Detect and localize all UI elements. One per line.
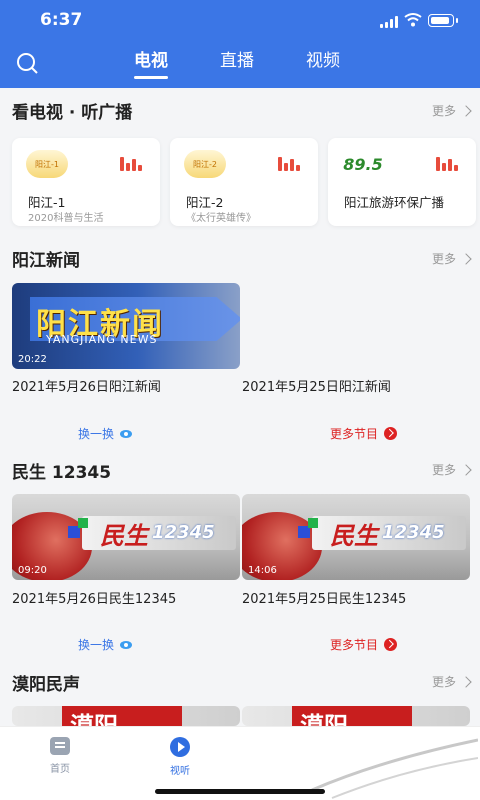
tab-video-label: 视频 [306, 51, 340, 71]
tab-tv[interactable]: 电视 [134, 48, 168, 84]
signal-icon [380, 16, 400, 28]
home-icon [50, 737, 70, 755]
tab-video[interactable]: 视频 [306, 48, 340, 84]
thumbnail-title: 民生 [330, 522, 378, 550]
more-link-news[interactable]: 更多 [431, 250, 472, 267]
arrow-circle-icon [384, 427, 398, 440]
refresh-button[interactable]: 换一换 [78, 636, 133, 653]
eye-icon [120, 429, 133, 438]
more-label: 更多 [431, 104, 456, 118]
section-title-news: 阳江新闻 [12, 251, 80, 271]
status-bar: 6:37 [0, 0, 480, 40]
top-tabs: 电视 直播 视频 [0, 48, 480, 84]
more-programs-label: 更多节目 [330, 638, 379, 652]
nav-media-label: 视听 [170, 766, 190, 777]
radio-card[interactable]: 89.5 阳江旅游环保广播 [328, 138, 476, 226]
arrow-circle-icon [384, 638, 398, 651]
video-duration: 14:06 [248, 565, 277, 576]
video-duration: 20:22 [18, 354, 47, 365]
home-indicator [155, 789, 325, 794]
thumbnail-subtitle: YANGJIANG NEWS [46, 333, 158, 346]
video-caption[interactable]: 2021年5月26日阳江新闻 [12, 376, 161, 395]
audio-bars-icon [278, 157, 302, 171]
radio-card[interactable]: 阳江-2 阳江-2 《太行英雄传》 [170, 138, 318, 226]
section-title-moyang: 漠阳民声 [12, 675, 80, 695]
more-programs-button[interactable]: 更多节目 [330, 425, 398, 442]
more-link-minsheng[interactable]: 更多 [431, 461, 472, 478]
section-title-minsheng: 民生 12345 [12, 463, 112, 483]
nav-home[interactable]: 首页 [30, 737, 90, 775]
more-programs-button[interactable]: 更多节目 [330, 636, 398, 653]
audio-bars-icon [436, 157, 460, 171]
more-link-radio[interactable]: 更多 [431, 102, 472, 119]
radio-card-name: 阳江旅游环保广播 [344, 195, 445, 210]
top-header: 6:37 电视 直播 视频 [0, 0, 480, 88]
video-thumbnail[interactable]: 漠阳 [242, 706, 470, 726]
nav-media[interactable]: 视听 [150, 737, 210, 777]
chevron-right-icon [460, 463, 472, 476]
refresh-label: 换一换 [78, 427, 115, 441]
active-tab-indicator [134, 76, 168, 79]
channel-logo: 阳江-2 [184, 150, 226, 178]
radio-card-subtitle: 2020科普与生活 [28, 213, 104, 224]
chevron-right-icon [460, 104, 472, 117]
status-time: 6:37 [40, 10, 83, 30]
refresh-label: 换一换 [78, 638, 115, 652]
play-icon [170, 737, 190, 757]
video-thumbnail[interactable]: 民生 12345 09:20 [12, 494, 240, 580]
tab-live-label: 直播 [220, 51, 254, 71]
tab-live[interactable]: 直播 [220, 48, 254, 84]
more-label: 更多 [431, 675, 456, 689]
eye-icon [120, 640, 133, 649]
video-caption[interactable]: 2021年5月26日民生12345 [12, 588, 176, 607]
radio-card-subtitle: 《太行英雄传》 [186, 213, 256, 224]
thumbnail-square [308, 518, 318, 528]
video-duration: 09:20 [18, 565, 47, 576]
more-label: 更多 [431, 463, 456, 477]
radio-card[interactable]: 阳江-1 阳江-1 2020科普与生活 [12, 138, 160, 226]
battery-icon [428, 14, 458, 27]
chevron-right-icon [460, 675, 472, 688]
thumbnail-title: 漠阳 [70, 712, 118, 726]
more-link-moyang[interactable]: 更多 [431, 673, 472, 690]
video-caption[interactable]: 2021年5月25日阳江新闻 [242, 376, 391, 395]
video-thumbnail[interactable]: 阳江新闻 YANGJIANG NEWS 20:22 [12, 283, 240, 369]
video-thumbnail[interactable]: 民生 12345 14:06 [242, 494, 470, 580]
section-title-radio: 看电视 · 听广播 [12, 103, 133, 123]
tab-tv-label: 电视 [134, 51, 168, 71]
wifi-icon [404, 13, 422, 27]
more-label: 更多 [431, 252, 456, 266]
thumbnail-title: 漠阳 [300, 712, 348, 726]
thumbnail-number: 12345 [382, 522, 445, 543]
more-programs-label: 更多节目 [330, 427, 379, 441]
thumbnail-title: 民生 [100, 522, 148, 550]
thumbnail-number: 12345 [152, 522, 215, 543]
chevron-right-icon [460, 252, 472, 265]
channel-logo: 阳江-1 [26, 150, 68, 178]
thumbnail-square [78, 518, 88, 528]
video-thumbnail[interactable]: 漠阳 [12, 706, 240, 726]
channel-logo: 89.5 [343, 154, 383, 174]
refresh-button[interactable]: 换一换 [78, 425, 133, 442]
nav-home-label: 首页 [50, 764, 70, 775]
video-caption[interactable]: 2021年5月25日民生12345 [242, 588, 406, 607]
audio-bars-icon [120, 157, 144, 171]
